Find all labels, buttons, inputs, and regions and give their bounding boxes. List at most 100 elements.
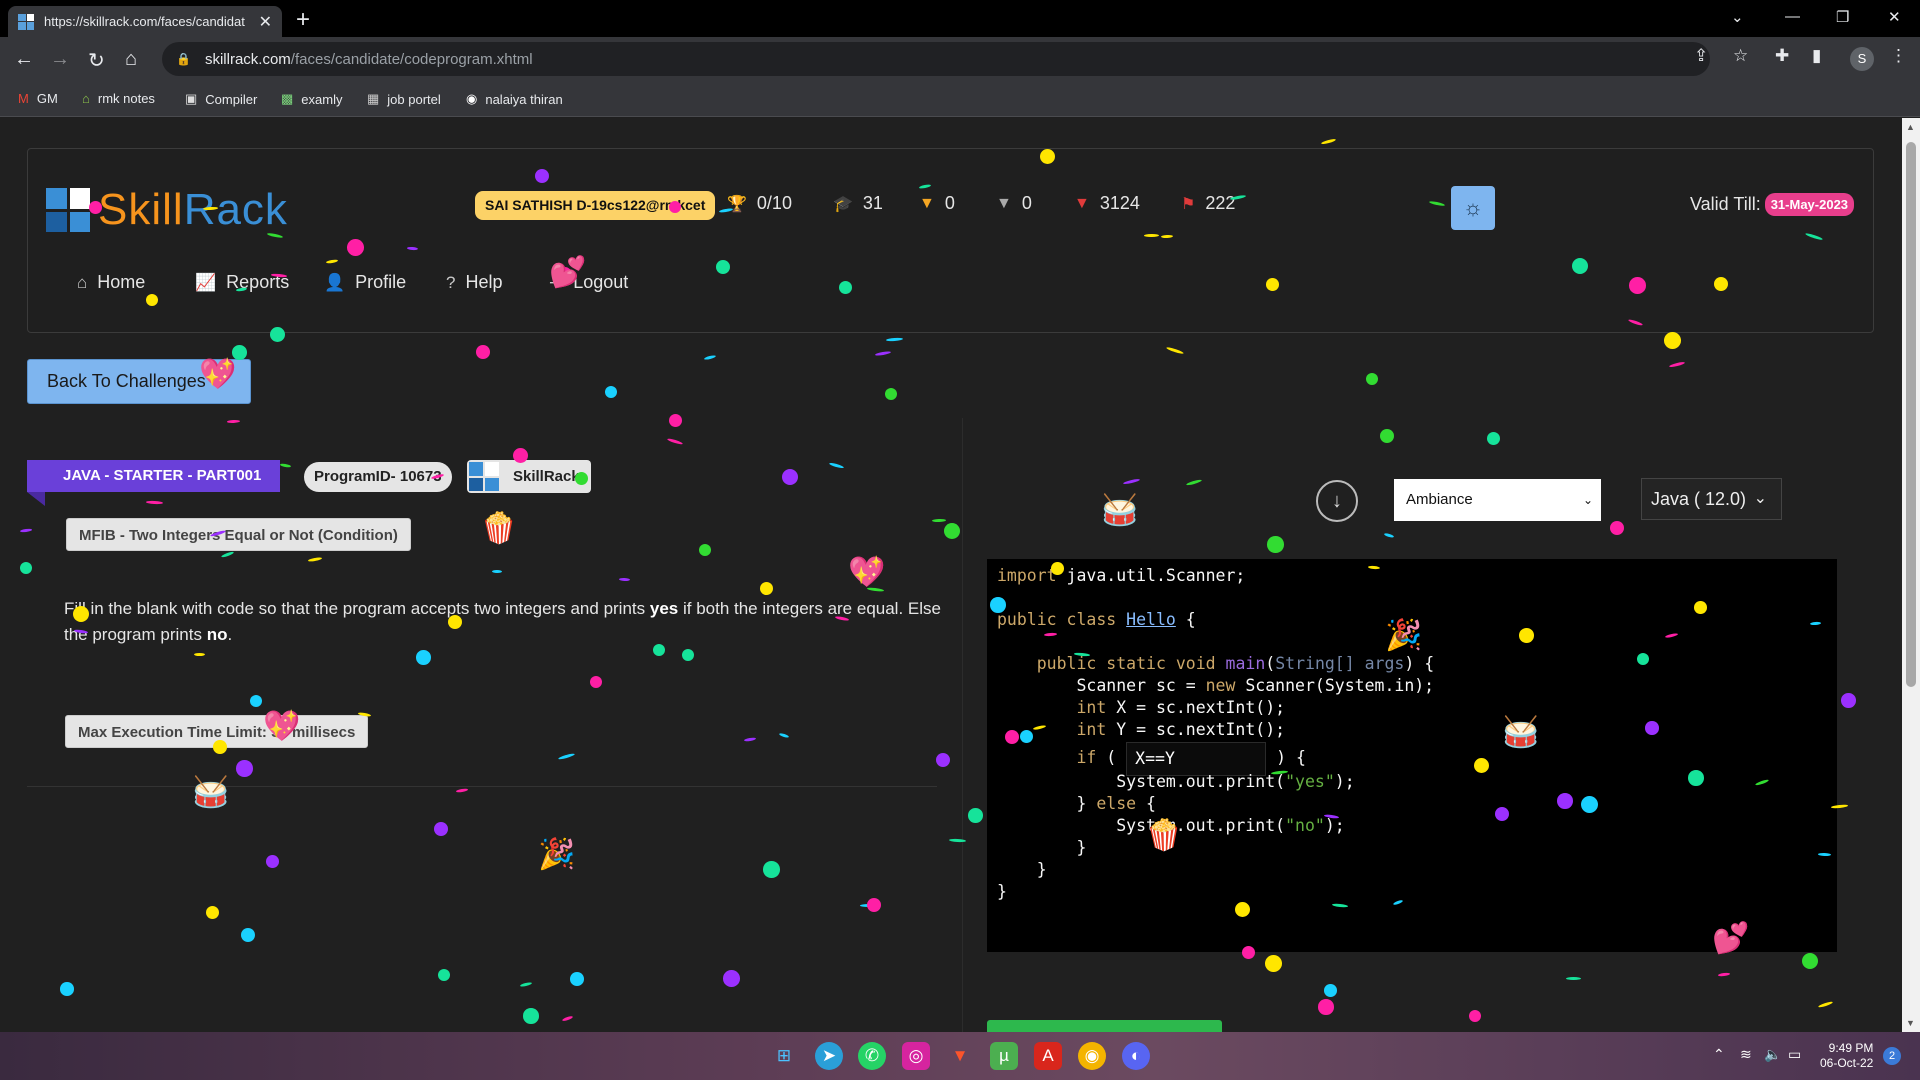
confetti-piece xyxy=(1645,721,1659,735)
close-tab-icon[interactable]: ✕ xyxy=(259,12,272,32)
code-editor[interactable]: import java.util.Scanner; public class H… xyxy=(987,559,1837,952)
bookmark-label: GM xyxy=(36,91,58,106)
confetti-piece xyxy=(778,732,790,739)
validity: Valid Till: 31-May-2023 xyxy=(1690,193,1855,216)
confetti-piece xyxy=(60,982,74,996)
confetti-piece xyxy=(885,337,904,342)
confetti-piece xyxy=(89,201,102,214)
chart-icon: 📈 xyxy=(195,272,217,292)
telegram-icon[interactable]: ➤ xyxy=(815,1042,843,1070)
language-select[interactable]: Java ( 12.0) ⌄ xyxy=(1641,478,1782,520)
notification-badge[interactable]: 2 xyxy=(1883,1047,1901,1065)
bookmark-nalaiya-thiran[interactable]: ◉ nalaiya thiran xyxy=(466,91,563,107)
confetti-piece xyxy=(20,562,33,575)
heart-icon: 💖 xyxy=(199,358,237,391)
confetti-piece xyxy=(605,386,618,399)
close-window-icon[interactable]: ✕ xyxy=(1888,8,1901,26)
bookmarks-bar: M GM ⌂ rmk notes ▣ Compiler ▩ examly ▦ job po… xyxy=(0,83,1920,117)
code-line: Scanner sc = new Scanner(System.in); xyxy=(997,676,1435,695)
acrobat-icon[interactable]: A xyxy=(1034,1042,1062,1070)
gmail-icon: M xyxy=(18,91,29,106)
extensions-icon[interactable]: ✚ xyxy=(1775,46,1789,66)
company-name: SkillRack xyxy=(513,468,580,485)
page-scrollbar[interactable]: ▲ ▼ xyxy=(1902,118,1920,1032)
bookmark-job-portel[interactable]: ▦ job portel xyxy=(367,91,441,107)
menu-help[interactable]: ? Help xyxy=(446,272,503,293)
confetti-piece xyxy=(1802,953,1819,970)
heart-icon: 💖 xyxy=(848,556,886,589)
stat-value: 222 xyxy=(1205,193,1236,213)
restore-icon[interactable]: ❐ xyxy=(1836,8,1849,26)
confetti-piece xyxy=(1122,478,1141,485)
download-button[interactable]: ↓ xyxy=(1316,480,1358,522)
confetti-piece xyxy=(307,556,322,563)
discord-icon[interactable]: ◐ xyxy=(1122,1042,1150,1070)
home-icon[interactable]: ⌂ xyxy=(125,48,137,71)
editor-theme-select[interactable]: Ambiance ⌄ xyxy=(1394,479,1601,521)
instagram-icon[interactable]: ◎ xyxy=(902,1042,930,1070)
bookmark-star-icon[interactable]: ☆ xyxy=(1733,46,1748,66)
popcorn-icon: 🍿 xyxy=(1145,819,1183,852)
scroll-up-icon[interactable]: ▲ xyxy=(1906,122,1915,132)
code-line: } xyxy=(997,882,1007,901)
battery-icon[interactable]: ▭ xyxy=(1788,1046,1801,1063)
confetti-piece xyxy=(1830,804,1848,809)
drum-icon: 🥁 xyxy=(192,776,230,809)
new-tab-icon[interactable]: + xyxy=(296,6,310,34)
confetti-piece xyxy=(867,898,882,913)
confetti-piece xyxy=(226,419,240,424)
run-button[interactable] xyxy=(987,1020,1222,1032)
confetti-piece xyxy=(703,354,717,361)
confetti-piece xyxy=(944,523,960,539)
utorrent-icon[interactable]: µ xyxy=(990,1042,1018,1070)
windows-start-icon[interactable]: ⊞ xyxy=(770,1042,798,1070)
confetti-piece xyxy=(1688,770,1704,786)
share-icon[interactable]: ⇪ xyxy=(1694,46,1708,66)
bookmark-examly[interactable]: ▩ examly xyxy=(281,91,342,107)
confetti-piece xyxy=(1668,361,1686,368)
system-clock[interactable]: 9:49 PM 06-Oct-22 xyxy=(1820,1041,1873,1071)
drum-icon: 🥁 xyxy=(1101,494,1139,527)
menu-home[interactable]: ⌂ Home xyxy=(77,272,145,293)
valid-date-badge: 31-May-2023 xyxy=(1764,193,1855,216)
confetti-piece xyxy=(250,695,263,708)
chrome-icon[interactable]: ◉ xyxy=(1078,1042,1106,1070)
bookmark-gm[interactable]: M GM xyxy=(18,91,58,106)
side-panel-icon[interactable]: ▮ xyxy=(1812,46,1821,66)
wifi-icon[interactable]: ≋ xyxy=(1740,1046,1752,1063)
tab-search-icon[interactable]: ⌄ xyxy=(1731,8,1744,26)
code-line-blank: if ( X==Y ) { xyxy=(997,741,1827,776)
silver-medal-icon: ▼ xyxy=(996,194,1012,212)
kebab-menu-icon[interactable]: ⋮ xyxy=(1890,46,1907,66)
profile-avatar[interactable]: S xyxy=(1850,47,1874,71)
bookmark-rmk-notes[interactable]: ⌂ rmk notes xyxy=(82,91,155,106)
forward-arrow-icon[interactable]: → xyxy=(50,48,70,71)
skillrack-logo[interactable]: SkillRack xyxy=(46,185,288,235)
stat-value: 0 xyxy=(944,193,955,213)
confetti-piece xyxy=(347,239,364,256)
browser-tab[interactable]: https://skillrack.com/faces/candidat ✕ xyxy=(8,6,282,37)
menu-profile[interactable]: 👤 Profile xyxy=(324,272,406,293)
skillrack-mark-icon xyxy=(469,462,499,491)
reload-icon[interactable]: ↻ xyxy=(88,48,105,73)
theme-toggle-button[interactable]: ☼ xyxy=(1451,186,1495,230)
confetti-piece xyxy=(561,1015,574,1022)
bookmark-compiler[interactable]: ▣ Compiler xyxy=(185,91,257,107)
whatsapp-icon[interactable]: ✆ xyxy=(858,1042,886,1070)
bronze-medal-icon: ▼ xyxy=(1074,194,1090,212)
confetti-piece xyxy=(438,969,451,982)
globe-icon: ◉ xyxy=(466,91,478,106)
minimize-icon[interactable]: — xyxy=(1785,8,1800,25)
chevron-down-icon: ⌄ xyxy=(1753,490,1767,507)
tray-chevron-icon[interactable]: ⌃ xyxy=(1713,1046,1725,1063)
chevron-down-icon: ⌄ xyxy=(1582,493,1593,507)
volume-icon[interactable]: 🔈 xyxy=(1764,1046,1781,1063)
brave-icon[interactable]: ▼ xyxy=(946,1042,974,1070)
confetti-piece xyxy=(19,528,33,533)
address-bar[interactable]: 🔒 skillrack.com/faces/candidate/codeprog… xyxy=(162,42,1710,76)
scroll-thumb[interactable] xyxy=(1906,142,1916,687)
bookmark-label: Compiler xyxy=(205,91,258,107)
back-arrow-icon[interactable]: ← xyxy=(14,48,34,71)
scroll-down-icon[interactable]: ▼ xyxy=(1906,1018,1915,1028)
confetti-piece xyxy=(519,981,532,988)
